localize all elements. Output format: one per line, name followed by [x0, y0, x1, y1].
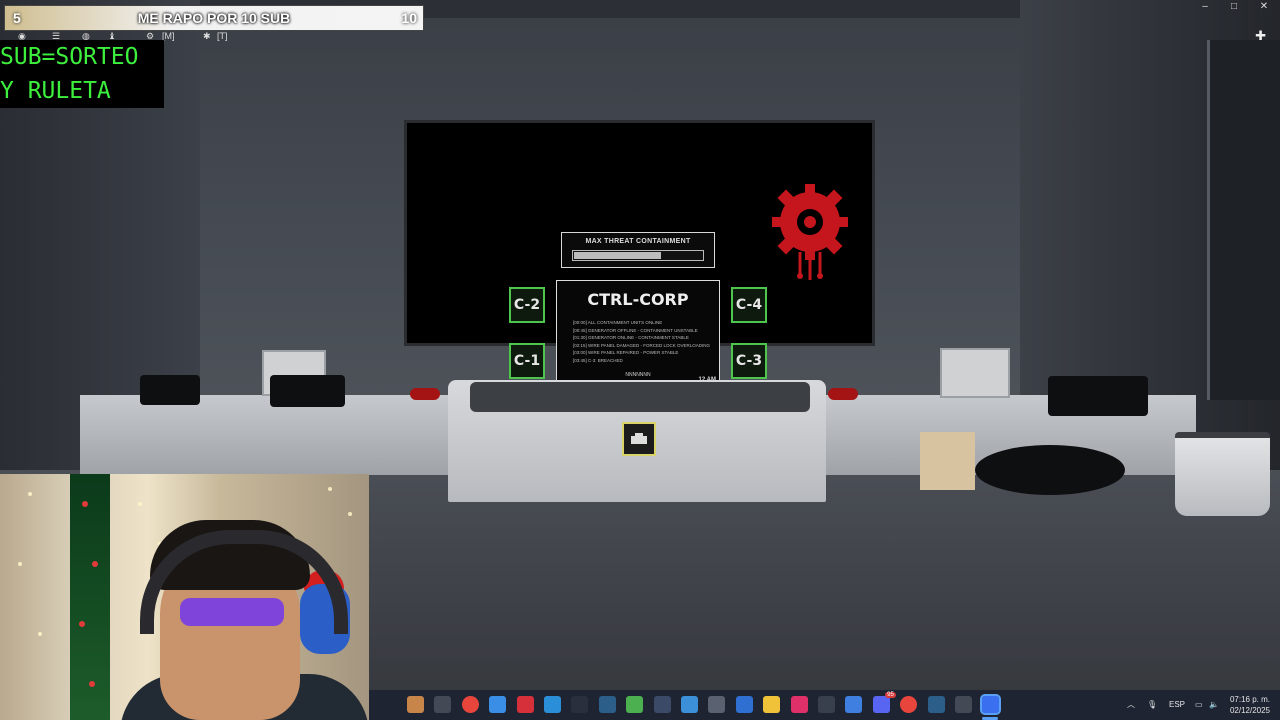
chair — [140, 375, 200, 405]
terminal-log: [00:00] ALL CONTAINMENT UNITS ONLINE [00:… — [573, 319, 713, 364]
emote-icon[interactable]: ✱ — [203, 29, 211, 43]
right-monitor — [940, 348, 1010, 398]
taskbar-edge-icon[interactable] — [544, 696, 561, 713]
taskbar-roblox-icon[interactable] — [980, 694, 1002, 715]
left-desk — [80, 395, 450, 475]
microphone-icon[interactable]: 🎙 — [1147, 690, 1157, 720]
terminal-footer: NNNNNNN — [625, 372, 651, 378]
control-panel[interactable] — [470, 382, 810, 412]
taskbar-folder-icon[interactable] — [763, 696, 781, 713]
taskbar-steam-icon[interactable] — [598, 696, 616, 713]
camera-button-c1[interactable]: C-1 — [509, 343, 545, 379]
emote-key-label: [T] — [217, 31, 228, 41]
promo-line-1: SUB=SORTEO — [0, 44, 139, 70]
interact-prompt-icon[interactable] — [622, 422, 656, 456]
promo-line-2: Y RULETA — [0, 78, 111, 104]
trash-bin — [1175, 432, 1270, 516]
language-indicator[interactable]: ESP — [1169, 690, 1185, 720]
terminal-log-line: [02:15] WIRE PANEL DAMAGED - FORCED LOCK… — [573, 342, 711, 348]
red-phone[interactable] — [410, 388, 440, 400]
ctrl-corp-logo-icon — [772, 184, 848, 280]
chair — [270, 375, 345, 407]
windows-taskbar: ︿ 🎙 ESP ▭ 🔈 07:16 p. m. 02/12/2025 95 — [369, 690, 1280, 720]
threat-track — [572, 250, 704, 261]
taskbar-store-icon[interactable] — [407, 696, 424, 713]
terminal-log-line: [03:45] C-3: BREACHED — [573, 357, 623, 363]
chevron-up-icon[interactable]: ︿ — [1127, 690, 1135, 720]
taskbar-photos-icon[interactable] — [489, 696, 507, 713]
taskbar-minecraft-icon[interactable] — [626, 696, 644, 713]
chair — [975, 445, 1125, 495]
taskbar-remote-icon[interactable] — [735, 696, 753, 713]
taskbar-keyboard-icon[interactable] — [955, 696, 972, 713]
volume-icon[interactable]: 🔈 — [1209, 690, 1219, 720]
sub-goal-bar: 5 ME RAPO POR 10 SUB 10 — [4, 5, 424, 31]
camera-button-c3[interactable]: C-3 — [731, 343, 767, 379]
terminal-log-line: [00:45] GENERATOR OFFLINE - CONTAINMENT … — [573, 327, 698, 333]
taskbar-chrome-icon[interactable] — [900, 696, 918, 713]
discord-badge: 95 — [885, 692, 896, 698]
taskbar-steam-icon[interactable] — [927, 696, 945, 713]
pin-icon[interactable]: ✚ — [1255, 28, 1266, 44]
taskbar-vpn-icon[interactable] — [845, 696, 863, 713]
clock-time: 07:16 p. m. — [1229, 695, 1270, 704]
webcam-overlay — [0, 474, 369, 720]
taskbar-calculator-icon[interactable] — [708, 696, 726, 713]
close-button[interactable]: ✕ — [1249, 0, 1279, 14]
taskbar-tiktok-icon[interactable] — [790, 696, 808, 713]
goal-target: 10 — [401, 10, 417, 26]
minimize-button[interactable]: – — [1190, 0, 1220, 14]
camera-button-c2[interactable]: C-2 — [509, 287, 545, 323]
terminal-title: CTRL-CORP — [587, 290, 689, 309]
maximize-button[interactable]: □ — [1219, 0, 1249, 14]
red-phone[interactable] — [828, 388, 858, 400]
network-icon[interactable]: ▭ — [1195, 690, 1203, 720]
terminal-log-line: [00:00] ALL CONTAINMENT UNITS ONLINE — [573, 320, 663, 325]
right-window — [1207, 40, 1280, 400]
taskbar-game-icon[interactable] — [653, 696, 671, 713]
goal-text: ME RAPO POR 10 SUB — [137, 10, 291, 26]
taskbar-obs-icon[interactable] — [818, 696, 835, 713]
system-clock[interactable]: 07:16 p. m. 02/12/2025 — [1230, 694, 1270, 716]
taskbar-terminal-icon[interactable] — [434, 696, 452, 713]
terminal-log-line: [01:30] GENERATOR ONLINE - CONTAINMENT S… — [573, 335, 689, 340]
threat-meter: MAX THREAT CONTAINMENT — [561, 232, 715, 268]
threat-fill — [574, 252, 662, 259]
purple-sunglasses — [180, 598, 284, 626]
terminal-log-line: [03:00] WIRE PANEL REPAIRED - POWER STAB… — [573, 350, 679, 355]
taskbar-dots-icon[interactable] — [571, 696, 589, 713]
taskbar-chrome-icon[interactable] — [461, 696, 479, 713]
camera-button-c4[interactable]: C-4 — [731, 287, 767, 323]
chair — [1048, 376, 1148, 416]
taskbar-discord-icon[interactable]: 95 — [872, 692, 896, 713]
taskbar-notepad-icon[interactable] — [681, 696, 698, 713]
clock-date: 02/12/2025 — [1229, 706, 1270, 715]
ctrl-corp-terminal: CTRL-CORP [00:00] ALL CONTAINMENT UNITS … — [556, 280, 720, 388]
cardboard-box — [920, 432, 975, 490]
promo-banner: SUB=SORTEO Y RULETA — [0, 40, 164, 108]
taskbar-app-red-icon[interactable] — [516, 696, 534, 713]
threat-label: MAX THREAT CONTAINMENT — [585, 238, 691, 245]
